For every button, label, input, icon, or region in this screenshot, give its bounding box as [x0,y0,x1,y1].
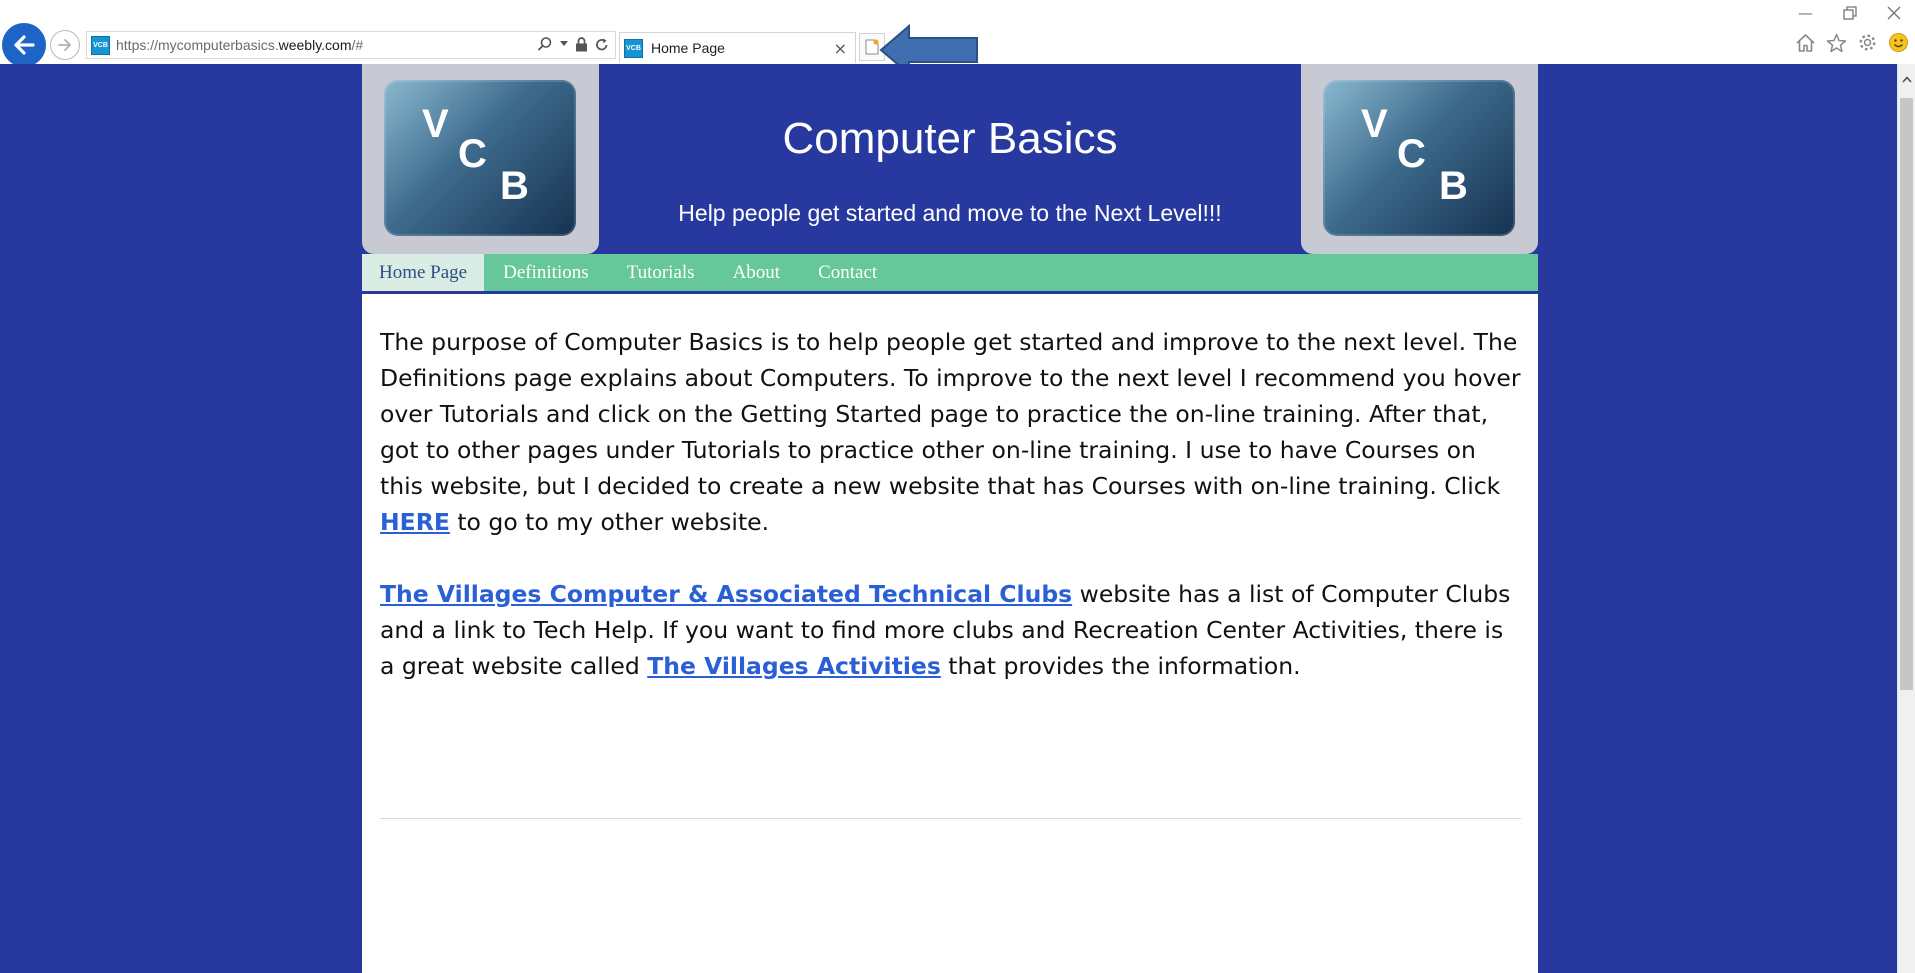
logo-right: V C B [1301,64,1538,254]
main-nav: Home Page Definitions Tutorials About Co… [362,254,1538,294]
restore-icon[interactable] [1843,6,1857,20]
villages-activities-link[interactable]: The Villages Activities [647,652,941,680]
gear-icon[interactable] [1857,32,1878,53]
villages-clubs-link[interactable]: The Villages Computer & Associated Techn… [380,580,1072,608]
refresh-icon[interactable] [595,37,609,52]
logo-letter-b: B [1439,164,1468,208]
site-title: Computer Basics [782,114,1118,163]
logo-letter-b: B [500,164,529,208]
arrow-right-icon [58,39,71,51]
nav-item-tutorials[interactable]: Tutorials [608,254,714,291]
intro-text: The purpose of Computer Basics is to hel… [380,328,1521,500]
dropdown-caret-icon[interactable] [560,41,568,47]
clubs-tail-text: that provides the information. [940,652,1301,680]
forward-button[interactable] [50,30,80,60]
content-divider [380,818,1521,819]
main-content: The purpose of Computer Basics is to hel… [380,324,1525,720]
favorites-star-icon[interactable] [1826,33,1847,53]
scrollbar-thumb[interactable] [1900,98,1913,690]
home-icon[interactable] [1795,33,1816,53]
address-bar[interactable]: VCB https://mycomputerbasics.weebly.com/… [86,31,616,59]
nav-item-about[interactable]: About [714,254,800,291]
search-icon[interactable] [537,36,553,52]
logo-letter-v: V [422,102,449,146]
lock-icon[interactable] [575,36,588,52]
nav-item-contact[interactable]: Contact [799,254,896,291]
here-link[interactable]: HERE [380,508,450,536]
logo-left: V C B [362,64,599,254]
intro-tail-text: to go to my other website. [449,508,770,536]
scroll-up-arrow-icon[interactable] [1902,76,1912,83]
logo-letter-c: C [458,132,487,176]
nav-item-home-page[interactable]: Home Page [362,254,485,291]
new-tab-icon [865,39,879,55]
clubs-paragraph: The Villages Computer & Associated Techn… [380,576,1525,684]
close-window-icon[interactable] [1887,6,1901,20]
nav-item-definitions[interactable]: Definitions [484,254,608,291]
back-button[interactable] [2,23,46,67]
site-favicon: VCB [91,35,110,55]
vcb-logo-tile: V C B [384,80,576,236]
arrow-left-icon [14,35,35,55]
tab-favicon: VCB [624,38,643,58]
page-viewport: V C B Computer Basics Help people get st… [0,64,1897,973]
logo-letter-v: V [1361,102,1388,146]
logo-letter-c: C [1397,132,1426,176]
site-header: V C B Computer Basics Help people get st… [362,64,1538,254]
smiley-feedback-icon[interactable] [1888,32,1909,53]
site-tagline: Help people get started and move to the … [678,200,1222,226]
intro-paragraph: The purpose of Computer Basics is to hel… [380,324,1525,540]
url-text[interactable]: https://mycomputerbasics.weebly.com/# [116,37,363,53]
vcb-logo-tile: V C B [1323,80,1515,236]
browser-chrome: VCB https://mycomputerbasics.weebly.com/… [0,0,1915,76]
vertical-scrollbar[interactable] [1897,64,1915,973]
site-container: V C B Computer Basics Help people get st… [362,64,1538,973]
tab-title: Home Page [651,40,725,56]
close-tab-icon[interactable]: × [834,39,847,58]
minimize-icon[interactable]: — [1798,4,1813,22]
tab-home-page[interactable]: VCB Home Page × [619,32,856,63]
